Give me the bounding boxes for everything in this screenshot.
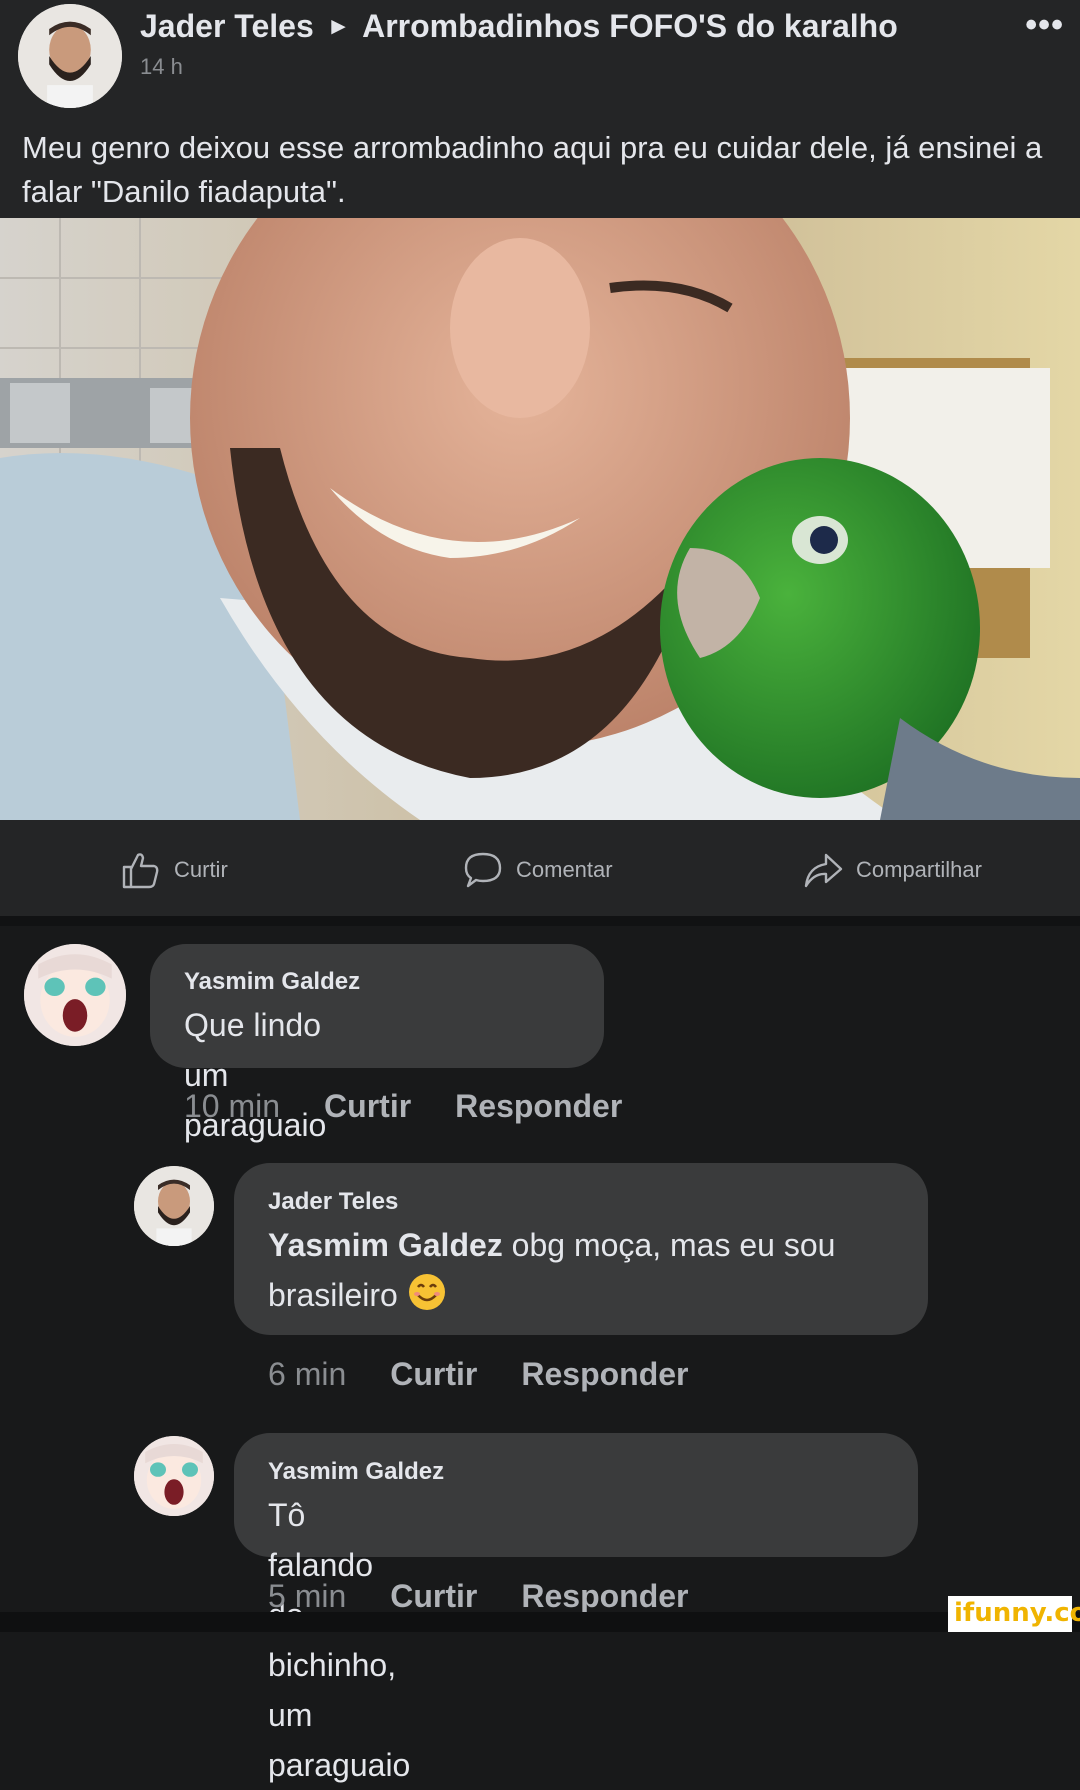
more-options-icon[interactable]: ••• (1025, 6, 1064, 45)
watermark-text: ifunny.co (954, 1598, 1080, 1628)
arrow-right-icon: ► (326, 13, 351, 40)
post-header: Jader Teles ► Arrombadinhos FOFO'S do ka… (0, 0, 1080, 218)
comment-like-button[interactable]: Curtir (390, 1578, 477, 1614)
post-author-line: Jader Teles ► Arrombadinhos FOFO'S do ka… (140, 8, 898, 45)
comment-reply-button[interactable]: Responder (521, 1578, 688, 1614)
comment-button[interactable]: Comentar (462, 848, 613, 892)
commenter-avatar[interactable] (24, 944, 126, 1046)
like-label: Curtir (174, 857, 228, 882)
speech-bubble-icon (462, 849, 504, 891)
comment-reply-button[interactable]: Responder (521, 1356, 688, 1392)
comment-label: Comentar (516, 857, 613, 882)
post-timestamp[interactable]: 14 h (140, 54, 183, 80)
author-name[interactable]: Jader Teles (140, 8, 314, 44)
commenter-avatar[interactable] (134, 1166, 214, 1246)
comment-meta: 5 min Curtir Responder (268, 1578, 733, 1615)
comment-text: Tô falando do bichinho, um paraguaio (268, 1497, 411, 1783)
share-label: Compartilhar (856, 857, 982, 882)
comment-time: 10 min (184, 1088, 281, 1124)
thumbs-up-icon (120, 849, 162, 891)
comment-meta: 10 min Curtir Responder (184, 1088, 666, 1125)
mention-link[interactable]: Yasmim Galdez (268, 1227, 503, 1263)
comment-time: 6 min (268, 1356, 347, 1392)
commenter-name[interactable]: Yasmim Galdez (268, 1458, 444, 1486)
commenter-name[interactable]: Jader Teles (268, 1188, 398, 1216)
commenter-name[interactable]: Yasmim Galdez (184, 968, 360, 996)
comment-like-button[interactable]: Curtir (324, 1088, 411, 1124)
post-photo[interactable] (0, 218, 1080, 820)
group-name[interactable]: Arrombadinhos FOFO'S do karalho (362, 8, 898, 44)
comment-text: Yasmim Galdez obg moça, mas eu sou brasi… (268, 1220, 908, 1320)
commenter-avatar[interactable] (134, 1436, 214, 1516)
ifunny-watermark: ifunny.co (948, 1596, 1080, 1632)
comment-reply-button[interactable]: Responder (455, 1088, 622, 1124)
comment-like-button[interactable]: Curtir (390, 1356, 477, 1392)
footer-bar (0, 1612, 1080, 1632)
like-button[interactable]: Curtir (120, 848, 228, 892)
comment-time: 5 min (268, 1578, 347, 1614)
comment-text: Que lindo um paraguaio (184, 1007, 327, 1143)
share-arrow-icon (802, 849, 844, 891)
comment-meta: 6 min Curtir Responder (268, 1356, 733, 1393)
post-text: Meu genro deixou esse arrombadinho aqui … (22, 130, 1043, 209)
share-button[interactable]: Compartilhar (802, 848, 982, 892)
smiling-face-emoji-icon (407, 1272, 447, 1312)
post-action-bar: Curtir Comentar Compartilhar (0, 820, 1080, 926)
author-avatar[interactable] (18, 4, 122, 108)
